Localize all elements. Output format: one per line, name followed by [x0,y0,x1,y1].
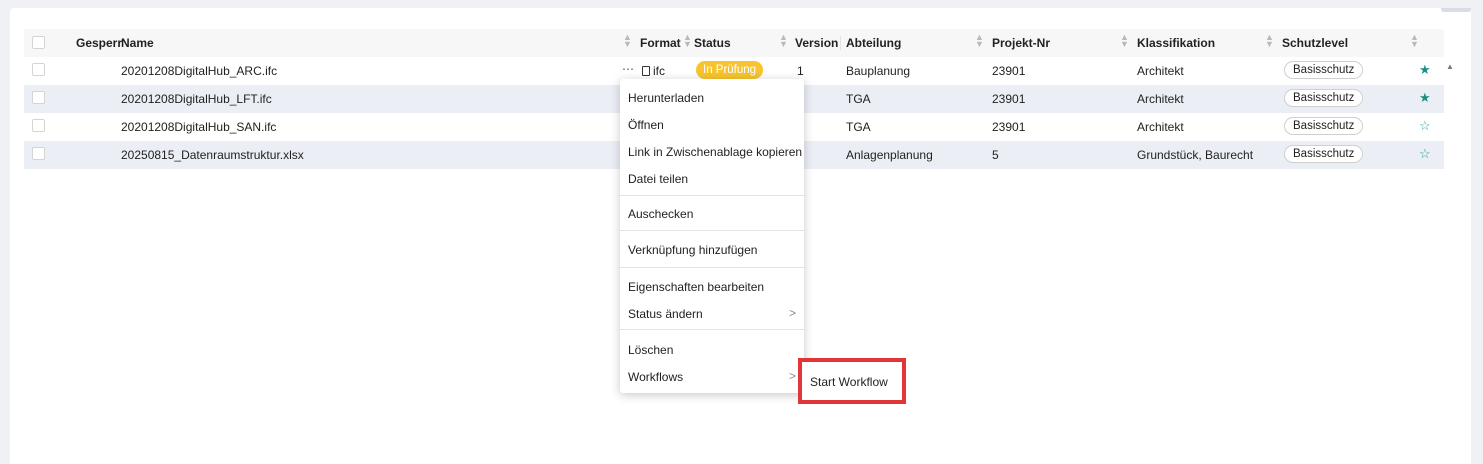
menu-divider [620,329,804,330]
column-divider[interactable] [840,36,841,50]
menu-item-datei-teilen[interactable]: Datei teilen [628,172,688,186]
col-header-gesperrt[interactable]: Gesperr [76,36,122,50]
klassifikation: Architekt [1137,64,1184,78]
start-workflow-item[interactable]: Start Workflow [810,375,888,389]
col-header-version[interactable]: Version [795,36,838,50]
col-header-abteilung[interactable]: Abteilung [846,36,901,50]
schutzlevel-badge: Basisschutz [1284,145,1364,163]
klassifikation: Architekt [1137,120,1184,134]
sort-icon[interactable]: ▲ ▼ [779,33,788,49]
col-header-projekt-nr[interactable]: Projekt-Nr [992,36,1050,50]
menu-item-workflows[interactable]: Workflows [628,370,683,384]
star-filled-icon[interactable]: ★ [1419,62,1431,78]
star-filled-icon[interactable]: ★ [1419,90,1431,106]
menu-item-auschecken[interactable]: Auschecken [628,207,693,221]
menu-item-eigenschaften[interactable]: Eigenschaften bearbeiten [628,280,764,294]
menu-item-verknuepfung[interactable]: Verknüpfung hinzufügen [628,243,757,257]
scroll-up-arrow-icon[interactable]: ▲ [1446,62,1454,71]
abteilung: Bauplanung [846,64,911,78]
abteilung: TGA [846,120,871,134]
file-name[interactable]: 20201208DigitalHub_LFT.ifc [121,92,272,106]
workflow-submenu: Start Workflow [798,358,906,404]
chevron-right-icon: > [788,306,796,320]
star-outline-icon[interactable]: ☆ [1419,118,1431,134]
sort-icon[interactable]: ▲ ▼ [975,33,984,49]
projekt-nr: 23901 [992,92,1026,106]
menu-divider [620,195,804,196]
file-format: ifc [642,64,665,78]
menu-divider [620,267,804,268]
sort-icon[interactable]: ▲ ▼ [683,33,692,49]
sort-icon[interactable]: ▲ ▼ [1410,33,1419,49]
row-checkbox[interactable] [32,119,45,132]
star-outline-icon[interactable]: ☆ [1419,146,1431,162]
col-header-schutzlevel[interactable]: Schutzlevel [1282,36,1348,50]
sort-icon[interactable]: ▲ ▼ [1265,33,1274,49]
row-checkbox[interactable] [32,147,45,160]
projekt-nr: 5 [992,148,999,162]
menu-item-link-kopieren[interactable]: Link in Zwischenablage kopieren [628,145,802,159]
schutzlevel-badge: Basisschutz [1284,117,1364,135]
status-badge: In Prüfung [696,61,764,79]
chevron-right-icon: > [788,369,796,383]
abteilung: TGA [846,92,871,106]
col-header-name[interactable]: Name [121,36,154,50]
more-options-icon[interactable]: ⋯ [622,62,634,76]
col-header-status[interactable]: Status [694,36,731,50]
version: 1 [797,64,804,78]
abteilung: Anlagenplanung [846,148,933,162]
file-name[interactable]: 20201208DigitalHub_ARC.ifc [121,64,277,78]
menu-item-oeffnen[interactable]: Öffnen [628,118,664,132]
top-tab-indicator [1441,8,1471,12]
menu-item-status-aendern[interactable]: Status ändern [628,307,703,321]
file-name[interactable]: 20201208DigitalHub_SAN.ifc [121,120,276,134]
col-header-klassifikation[interactable]: Klassifikation [1137,36,1215,50]
projekt-nr: 23901 [992,64,1026,78]
row-checkbox[interactable] [32,63,45,76]
table-header [24,29,1444,57]
klassifikation: Architekt [1137,92,1184,106]
file-icon [642,66,650,76]
projekt-nr: 23901 [992,120,1026,134]
menu-divider [620,230,804,231]
format-label: ifc [653,64,665,78]
file-name[interactable]: 20250815_Datenraumstruktur.xlsx [121,148,304,162]
menu-item-loeschen[interactable]: Löschen [628,343,673,357]
context-menu: Herunterladen Öffnen Link in Zwischenabl… [620,79,804,393]
col-header-format[interactable]: Format [640,36,681,50]
select-all-checkbox[interactable] [32,36,45,49]
row-checkbox[interactable] [32,91,45,104]
schutzlevel-badge: Basisschutz [1284,61,1364,79]
sort-icon[interactable]: ▲ ▼ [623,33,632,49]
klassifikation: Grundstück, Baurecht [1137,148,1254,162]
sort-icon[interactable]: ▲ ▼ [1120,33,1129,49]
schutzlevel-badge: Basisschutz [1284,89,1364,107]
menu-item-herunterladen[interactable]: Herunterladen [628,91,704,105]
